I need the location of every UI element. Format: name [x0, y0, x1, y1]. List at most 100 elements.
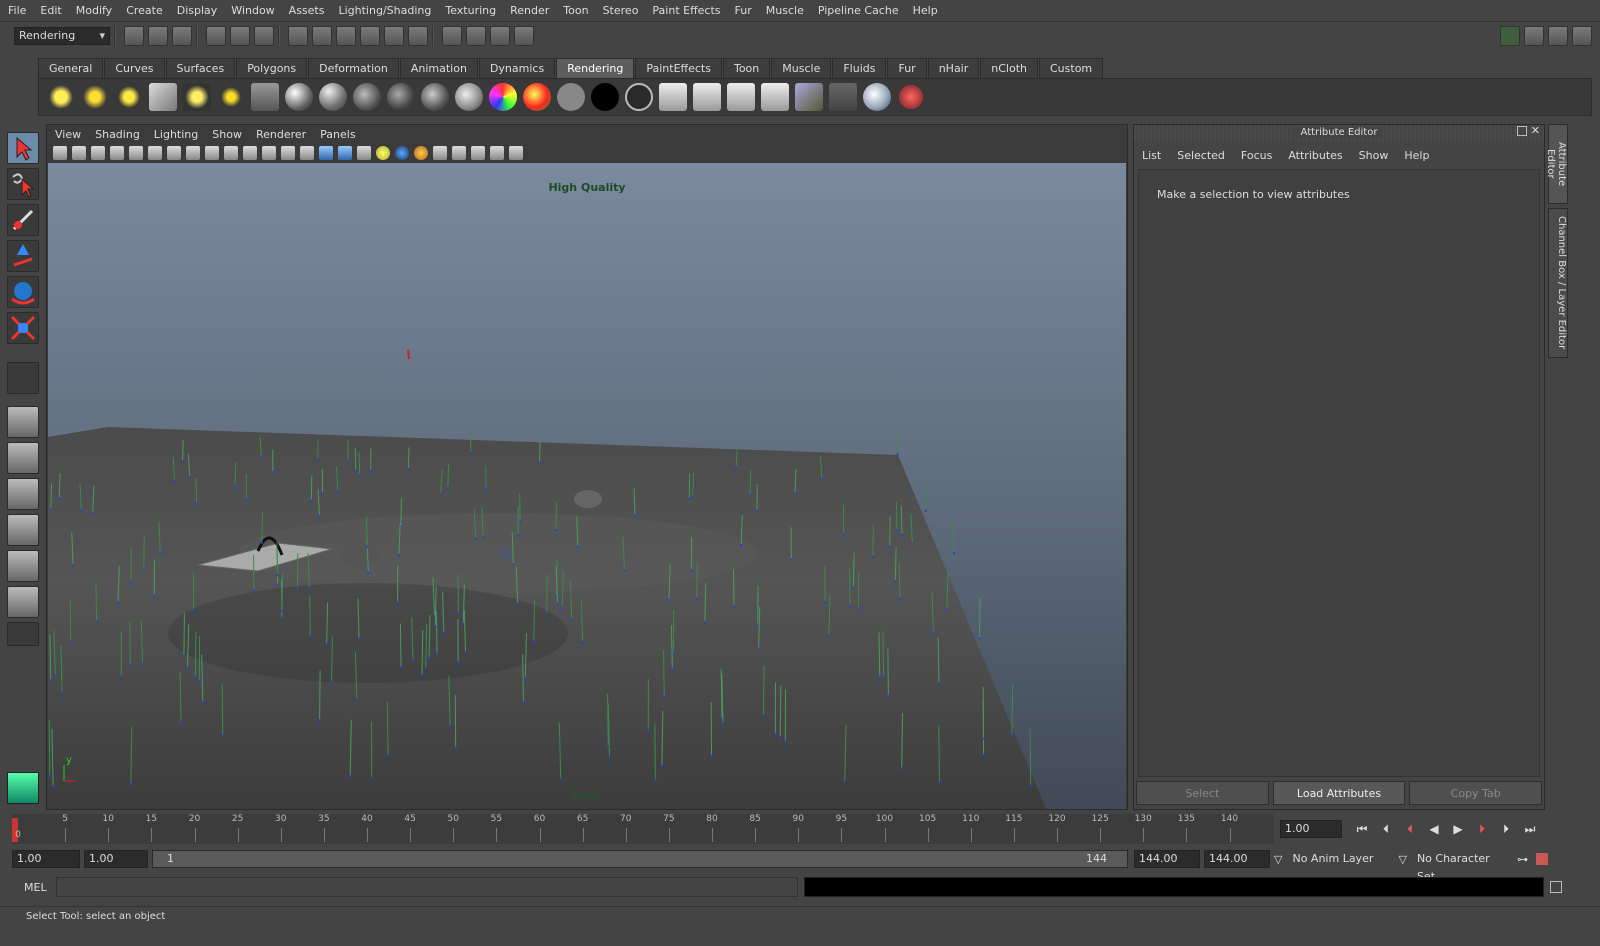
stereo-icon[interactable]	[509, 146, 523, 160]
end-time-field[interactable]: 144.00	[1204, 850, 1270, 868]
material-ball-icon[interactable]	[863, 83, 891, 111]
snap-point-icon[interactable]	[336, 26, 356, 46]
render-setup-icon[interactable]	[251, 83, 279, 111]
lasso-tool-icon[interactable]	[7, 168, 39, 200]
attr-menu-selected[interactable]: Selected	[1177, 149, 1225, 162]
ipr-render-icon[interactable]	[490, 26, 510, 46]
grease-pencil-icon[interactable]	[148, 146, 162, 160]
ipr-render-frame-icon[interactable]	[693, 83, 721, 111]
menu-display[interactable]: Display	[177, 4, 218, 17]
menu-lighting-shading[interactable]: Lighting/Shading	[338, 4, 431, 17]
anim-layer-dropdown-icon[interactable]: ▽	[1274, 853, 1282, 866]
render-layer-icon[interactable]	[829, 83, 857, 111]
directional-light-icon[interactable]	[81, 83, 109, 111]
four-pane-layout-icon[interactable]	[7, 442, 39, 474]
attr-menu-list[interactable]: List	[1142, 149, 1161, 162]
snap-plane-icon[interactable]	[360, 26, 380, 46]
shelf-tab-custom[interactable]: Custom	[1039, 58, 1104, 78]
layout-options-icon[interactable]	[7, 622, 39, 646]
graph-editor-layout-icon[interactable]	[7, 514, 39, 546]
step-back-key-icon[interactable]: ⏴	[1398, 822, 1422, 837]
menu-render[interactable]: Render	[510, 4, 549, 17]
toggle-channel-box-icon[interactable]	[1548, 26, 1568, 46]
key-icon[interactable]: ⊶	[1517, 853, 1528, 866]
shelf-tab-nhair[interactable]: nHair	[927, 58, 980, 78]
viewport-menu-view[interactable]: View	[55, 128, 81, 141]
scale-tool-icon[interactable]	[7, 312, 39, 344]
bookmarks-icon[interactable]	[91, 146, 105, 160]
go-to-end-icon[interactable]: ⏭	[1518, 822, 1542, 837]
save-scene-icon[interactable]	[172, 26, 192, 46]
camera-attributes-icon[interactable]	[72, 146, 86, 160]
light-marker[interactable]	[407, 349, 410, 360]
snap-curve-icon[interactable]	[312, 26, 332, 46]
menu-create[interactable]: Create	[126, 4, 163, 17]
rock-object[interactable]	[574, 490, 602, 508]
step-back-frame-icon[interactable]: ⏴	[1374, 822, 1398, 837]
shadow-matte-icon[interactable]	[625, 83, 653, 111]
layered-shader-icon[interactable]	[455, 83, 483, 111]
copy-tab-button[interactable]: Copy Tab	[1409, 781, 1543, 805]
phong-material-icon[interactable]	[353, 83, 381, 111]
surface-shader-icon[interactable]	[523, 83, 551, 111]
render-current-frame-icon[interactable]	[659, 83, 687, 111]
menu-toon[interactable]: Toon	[563, 4, 588, 17]
toggle-attribute-editor-icon[interactable]	[1500, 26, 1520, 46]
menu-assets[interactable]: Assets	[289, 4, 325, 17]
step-forward-frame-icon[interactable]: ⏵	[1494, 822, 1518, 837]
shelf-tab-rendering[interactable]: Rendering	[556, 58, 635, 78]
blinn-material-icon[interactable]	[285, 83, 313, 111]
snap-grid-icon[interactable]	[288, 26, 308, 46]
render-options-icon[interactable]	[761, 83, 789, 111]
render-frame-icon[interactable]	[466, 26, 486, 46]
shelf-tab-ncloth[interactable]: nCloth	[980, 58, 1038, 78]
toggle-layer-editor-icon[interactable]	[1572, 26, 1592, 46]
use-background-icon[interactable]	[557, 83, 585, 111]
command-language-toggle[interactable]: MEL	[12, 881, 56, 894]
load-attributes-button[interactable]: Load Attributes	[1272, 781, 1406, 805]
rotate-tool-icon[interactable]	[7, 276, 39, 308]
viewport-menu-lighting[interactable]: Lighting	[154, 128, 198, 141]
point-light-icon[interactable]	[115, 83, 143, 111]
textured-icon[interactable]	[357, 146, 371, 160]
shelf-tab-surfaces[interactable]: Surfaces	[165, 58, 236, 78]
select-hierarchy-icon[interactable]	[206, 26, 226, 46]
smooth-shade-icon[interactable]	[319, 146, 333, 160]
select-component-icon[interactable]	[254, 26, 274, 46]
shadows-icon[interactable]	[395, 146, 409, 160]
viewport-menu-renderer[interactable]: Renderer	[256, 128, 306, 141]
menu-texturing[interactable]: Texturing	[445, 4, 496, 17]
menu-modify[interactable]: Modify	[76, 4, 112, 17]
shelf-tab-painteffects[interactable]: PaintEffects	[635, 58, 722, 78]
viewport-menu-shading[interactable]: Shading	[95, 128, 140, 141]
tab-attribute-editor[interactable]: Attribute Editor	[1545, 124, 1568, 204]
step-forward-key-icon[interactable]: ⏵	[1470, 822, 1494, 837]
menu-edit[interactable]: Edit	[40, 4, 61, 17]
move-tool-icon[interactable]	[7, 240, 39, 272]
shelf-tab-fur[interactable]: Fur	[887, 58, 927, 78]
paint-select-tool-icon[interactable]	[7, 204, 39, 236]
magnet-icon[interactable]	[408, 26, 428, 46]
play-backwards-icon[interactable]: ◀	[1422, 822, 1446, 836]
range-slider-bar[interactable]: 1 144	[152, 850, 1128, 868]
script-editor-icon[interactable]	[1550, 881, 1562, 893]
use-all-lights-icon[interactable]	[376, 146, 390, 160]
film-gate-icon[interactable]	[186, 146, 200, 160]
shelf-tab-general[interactable]: General	[38, 58, 104, 78]
play-forwards-icon[interactable]: ▶	[1446, 822, 1470, 836]
shelf-tab-deformation[interactable]: Deformation	[308, 58, 399, 78]
wireframe-icon[interactable]	[300, 146, 314, 160]
lambert-material-icon[interactable]	[319, 83, 347, 111]
menu-fur[interactable]: Fur	[735, 4, 752, 17]
rock-object[interactable]	[342, 543, 378, 567]
tab-channel-box-layer-editor[interactable]: Channel Box / Layer Editor	[1548, 208, 1568, 358]
wireframe-on-shaded-icon[interactable]	[338, 146, 352, 160]
menu-set-dropdown[interactable]: Rendering	[14, 27, 110, 45]
select-object-icon[interactable]	[230, 26, 250, 46]
paint-brush-icon[interactable]	[897, 83, 925, 111]
anim-layer-dropdown[interactable]: No Anim Layer	[1288, 850, 1392, 868]
animation-preferences-icon[interactable]	[1535, 853, 1548, 865]
shelf-tab-fluids[interactable]: Fluids	[832, 58, 887, 78]
high-quality-icon[interactable]	[414, 146, 428, 160]
attr-menu-focus[interactable]: Focus	[1241, 149, 1272, 162]
